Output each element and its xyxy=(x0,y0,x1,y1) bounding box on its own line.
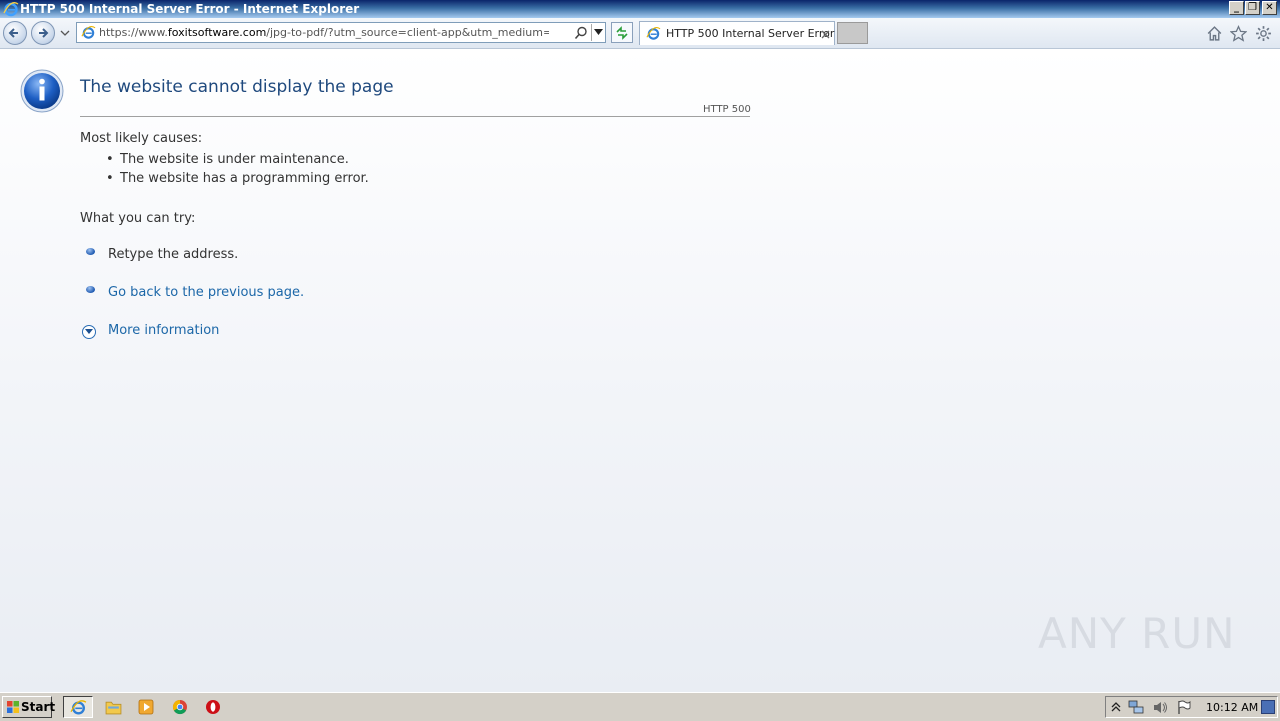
close-window-button[interactable]: ✕ xyxy=(1262,1,1277,15)
forward-arrow-icon xyxy=(39,28,49,38)
navigation-bar: https://www.foxitsoftware.com/jpg-to-pdf… xyxy=(0,18,1280,49)
search-icon[interactable] xyxy=(574,26,588,40)
more-information-link[interactable]: More information xyxy=(108,323,219,338)
page-content: The website cannot display the page HTTP… xyxy=(0,49,1280,692)
minimize-button[interactable]: _ xyxy=(1229,1,1244,15)
restore-button[interactable]: ❐ xyxy=(1245,1,1260,15)
start-label: Start xyxy=(21,700,56,714)
url-domain: foxitsoftware.com xyxy=(167,26,267,39)
back-arrow-icon xyxy=(8,28,18,38)
taskbar: Start 10:12 AM xyxy=(0,692,1280,721)
chevron-down-icon xyxy=(594,29,603,35)
info-icon xyxy=(20,69,64,113)
favorites-star-icon[interactable] xyxy=(1230,25,1247,42)
expand-chevron-icon[interactable] xyxy=(82,325,96,339)
window-title: HTTP 500 Internal Server Error - Interne… xyxy=(20,2,360,16)
watermark: ANY RUN xyxy=(1038,609,1236,658)
blue-bullet-icon xyxy=(86,248,95,255)
back-button[interactable] xyxy=(3,21,27,45)
internet-explorer-icon xyxy=(70,700,87,715)
taskbar-media-player-button[interactable] xyxy=(132,696,162,718)
blue-bullet-icon xyxy=(86,286,95,293)
taskbar-opera-button[interactable] xyxy=(199,696,229,718)
url-text[interactable]: https://www.foxitsoftware.com/jpg-to-pdf… xyxy=(99,26,549,39)
close-tab-icon[interactable] xyxy=(821,30,830,39)
new-tab-button[interactable] xyxy=(837,22,868,44)
try-heading: What you can try: xyxy=(80,211,196,226)
internet-explorer-icon xyxy=(3,2,19,17)
browser-tab[interactable]: HTTP 500 Internal Server Error xyxy=(639,21,835,45)
system-tray: 10:12 AM xyxy=(1105,696,1278,718)
gear-icon[interactable] xyxy=(1255,25,1272,42)
show-hidden-icons-icon[interactable] xyxy=(1111,701,1121,713)
tab-ie-icon xyxy=(646,27,661,40)
address-bar[interactable]: https://www.foxitsoftware.com/jpg-to-pdf… xyxy=(76,22,606,43)
cause-item: The website has a programming error. xyxy=(120,171,369,186)
windows-logo-icon xyxy=(7,701,19,713)
volume-icon[interactable] xyxy=(1152,700,1168,715)
chrome-icon xyxy=(172,699,187,715)
cause-item: The website is under maintenance. xyxy=(120,152,349,167)
network-icon[interactable] xyxy=(1128,700,1144,715)
opera-icon xyxy=(206,700,220,714)
page-title: The website cannot display the page xyxy=(80,77,394,97)
divider xyxy=(80,116,750,117)
start-button[interactable]: Start xyxy=(2,696,56,718)
taskbar-ie-button[interactable] xyxy=(63,696,93,718)
causes-heading: Most likely causes: xyxy=(80,131,203,146)
forward-button[interactable] xyxy=(31,21,55,45)
page-ie-icon xyxy=(81,26,96,39)
clock: 10:12 AM xyxy=(1206,701,1259,714)
folder-icon xyxy=(105,701,122,715)
tab-title: HTTP 500 Internal Server Error xyxy=(666,27,835,40)
refresh-button[interactable] xyxy=(611,22,633,43)
history-dropdown-icon[interactable] xyxy=(60,29,70,37)
bullet: • xyxy=(106,171,114,186)
show-desktop-button[interactable] xyxy=(1261,700,1275,714)
url-prefix: https://www. xyxy=(99,26,168,39)
url-rest: /jpg-to-pdf/?utm_source=client-app&utm_m… xyxy=(266,26,549,39)
bullet: • xyxy=(106,152,114,167)
go-back-link[interactable]: Go back to the previous page. xyxy=(108,285,304,300)
taskbar-explorer-button[interactable] xyxy=(99,696,129,718)
media-player-icon xyxy=(138,699,154,715)
http-status-code: HTTP 500 xyxy=(703,104,751,115)
action-center-flag-icon[interactable] xyxy=(1176,700,1192,715)
home-icon[interactable] xyxy=(1206,25,1223,42)
taskbar-chrome-button[interactable] xyxy=(166,696,196,718)
title-bar: HTTP 500 Internal Server Error - Interne… xyxy=(0,0,1280,18)
retype-address-text: Retype the address. xyxy=(108,247,239,262)
address-dropdown-button[interactable] xyxy=(591,24,605,41)
refresh-icon xyxy=(616,26,628,40)
